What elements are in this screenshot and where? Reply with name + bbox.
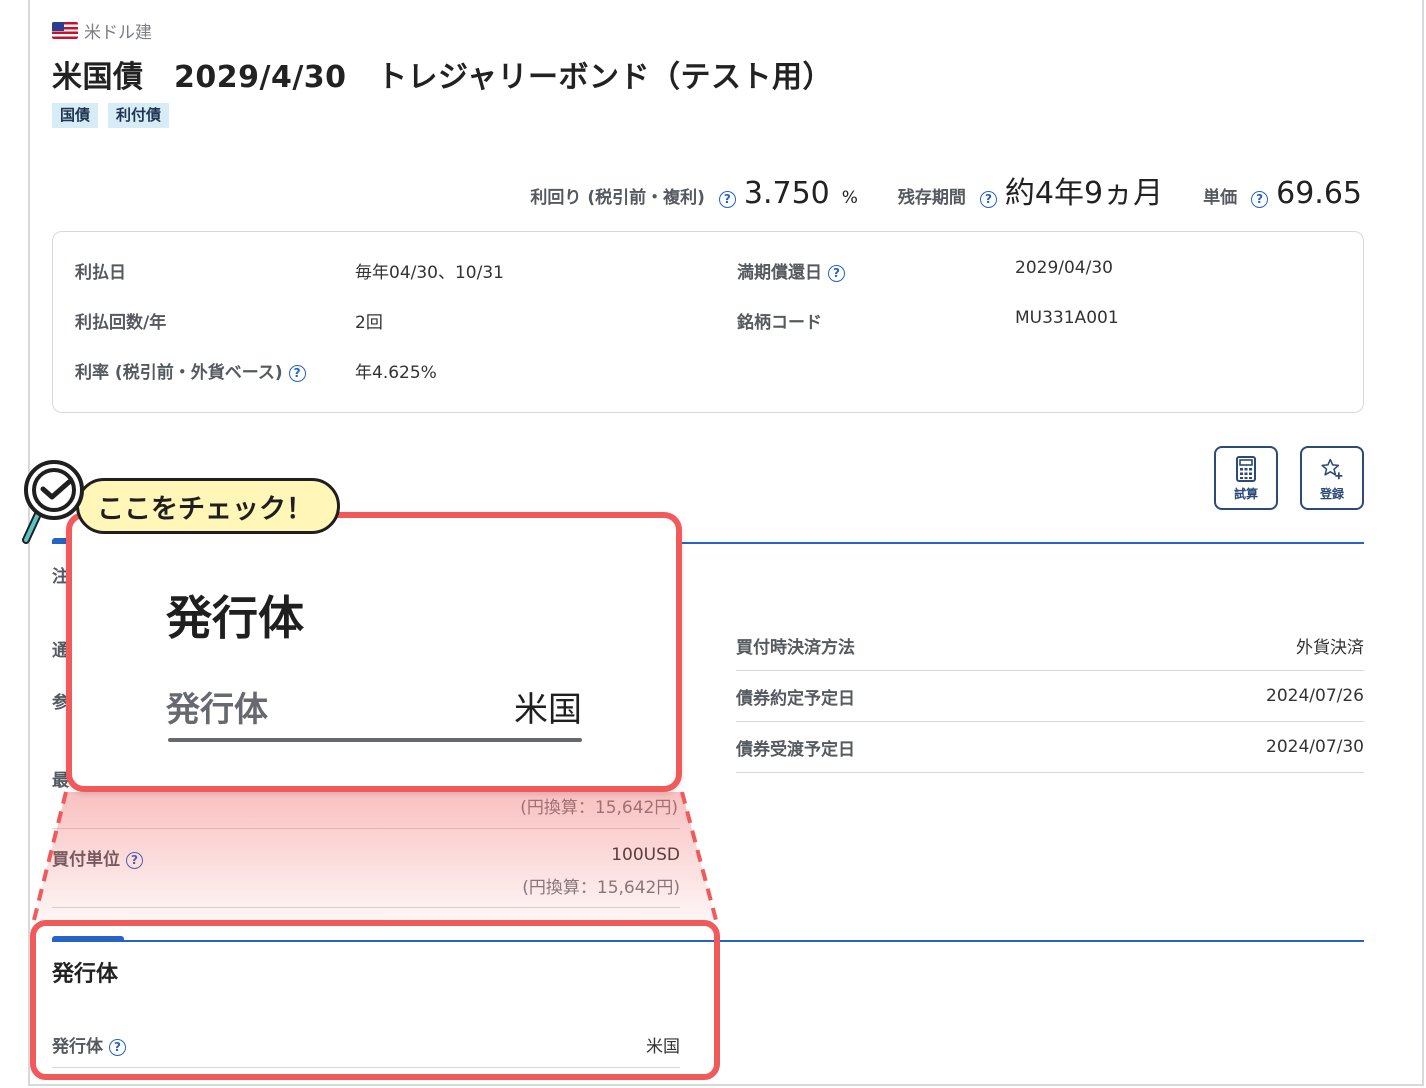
trade-date-row: 債券約定予定日 2024/07/26 — [736, 671, 1364, 722]
purchase-unit-label-wrap: 買付単位? — [52, 845, 143, 870]
yield-value: 3.750 — [743, 176, 830, 211]
purchase-unit-help-icon[interactable]: ? — [126, 851, 143, 869]
yield-help-icon[interactable]: ? — [718, 191, 736, 208]
tag-government-bond: 国債 — [52, 103, 99, 128]
us-flag-icon — [52, 22, 78, 39]
magnifier-check-icon — [22, 460, 84, 544]
yield-unit: % — [841, 188, 858, 208]
info-frequency: 利払回数/年 2回 — [75, 308, 383, 333]
bond-title: 米国債 2029/4/30 トレジャリーボンド（テスト用） — [52, 60, 834, 95]
key-metrics: 利回り (税引前・複利) ? 3.750 % 残存期間 ? 約4年9ヵ月 単価 … — [530, 168, 1362, 212]
trade-date-value: 2024/07/26 — [1266, 686, 1364, 706]
info-rate: 利率 (税引前・外貨ベース)? 年4.625% — [75, 358, 437, 383]
trade-date-label: 債券約定予定日 — [736, 688, 855, 709]
calculator-icon — [1236, 455, 1256, 482]
remaining-help-icon[interactable]: ? — [979, 191, 997, 208]
info-code: 銘柄コード MU331A001 — [737, 308, 1119, 333]
rate-value: 年4.625% — [355, 363, 437, 383]
metric-yield: 利回り (税引前・複利) ? 3.750 % — [530, 176, 858, 211]
currency-label: 米ドル建 — [84, 23, 152, 43]
bond-info-box: 利払日 毎年04/30、10/31 満期償還日? 2029/04/30 利払回数… — [52, 231, 1364, 413]
yield-label: 利回り (税引前・複利) — [530, 188, 705, 208]
metric-remaining: 残存期間 ? 約4年9ヵ月 — [898, 168, 1163, 212]
delivery-date-row: 債券受渡予定日 2024/07/30 — [736, 722, 1364, 773]
rate-label-wrap: 利率 (税引前・外貨ベース)? — [75, 358, 355, 383]
frequency-label: 利払回数/年 — [75, 313, 167, 333]
payment-dates-label: 利払日 — [75, 263, 126, 283]
frequency-value: 2回 — [355, 313, 383, 333]
delivery-date-value: 2024/07/30 — [1266, 737, 1364, 757]
maturity-label: 満期償還日 — [737, 263, 822, 283]
remaining-value: 約4年9ヵ月 — [1004, 176, 1164, 211]
rate-label: 利率 (税引前・外貨ベース) — [75, 363, 283, 383]
purchase-unit-value: 100USD — [611, 845, 680, 865]
maturity-help-icon[interactable]: ? — [828, 264, 845, 282]
zoom-issuer-label: 発行体 — [166, 690, 268, 730]
row-divider — [52, 828, 680, 829]
delivery-date-label: 債券受渡予定日 — [736, 739, 855, 760]
bond-tags: 国債 利付債 — [52, 103, 170, 128]
maturity-value: 2029/04/30 — [1015, 258, 1113, 278]
check-here-badge: ここをチェック！ — [76, 478, 340, 534]
settlement-method-row: 買付時決済方法 外貨決済 — [736, 620, 1364, 671]
issuer-zoom-callout: 発行体 発行体 米国 — [66, 512, 682, 792]
purchase-unit-row: 買付単位? 100USD (円換算：15,642円) — [52, 840, 680, 908]
code-value: MU331A001 — [1015, 308, 1119, 328]
calc-button-label: 試算 — [1233, 486, 1258, 501]
settlement-method-value: 外貨決済 — [1296, 637, 1364, 658]
metric-price: 単価 ? 69.65 — [1203, 176, 1362, 211]
zoom-underline — [168, 738, 582, 742]
price-help-icon[interactable]: ? — [1251, 191, 1269, 208]
issuer-highlight-frame — [30, 920, 720, 1080]
min-amount-yen-sub: (円換算：15,642円) — [520, 798, 678, 818]
info-maturity: 満期償還日? 2029/04/30 — [737, 258, 1113, 283]
star-plus-icon — [1321, 458, 1343, 479]
calc-button[interactable]: 試算 — [1214, 446, 1278, 510]
zoom-issuer-value: 米国 — [514, 690, 582, 730]
register-button-label: 登録 — [1319, 486, 1344, 501]
maturity-label-wrap: 満期償還日? — [737, 258, 1015, 283]
price-value: 69.65 — [1276, 176, 1362, 211]
rate-help-icon[interactable]: ? — [288, 364, 306, 382]
check-here-text: ここをチェック！ — [97, 493, 313, 525]
payment-dates-value: 毎年04/30、10/31 — [355, 263, 504, 283]
zoom-title: 発行体 — [166, 591, 304, 645]
price-label: 単価 — [1203, 188, 1238, 208]
purchase-unit-label: 買付単位 — [52, 850, 120, 870]
purchase-unit-yen-sub: (円換算：15,642円) — [522, 878, 680, 898]
remaining-label: 残存期間 — [897, 188, 966, 208]
register-button[interactable]: 登録 — [1300, 446, 1364, 510]
code-label: 銘柄コード — [737, 313, 822, 333]
info-payment-dates: 利払日 毎年04/30、10/31 — [75, 258, 504, 283]
tag-coupon-bond: 利付債 — [108, 103, 170, 128]
currency-indicator: 米ドル建 — [52, 18, 152, 43]
settlement-method-label: 買付時決済方法 — [736, 637, 855, 658]
